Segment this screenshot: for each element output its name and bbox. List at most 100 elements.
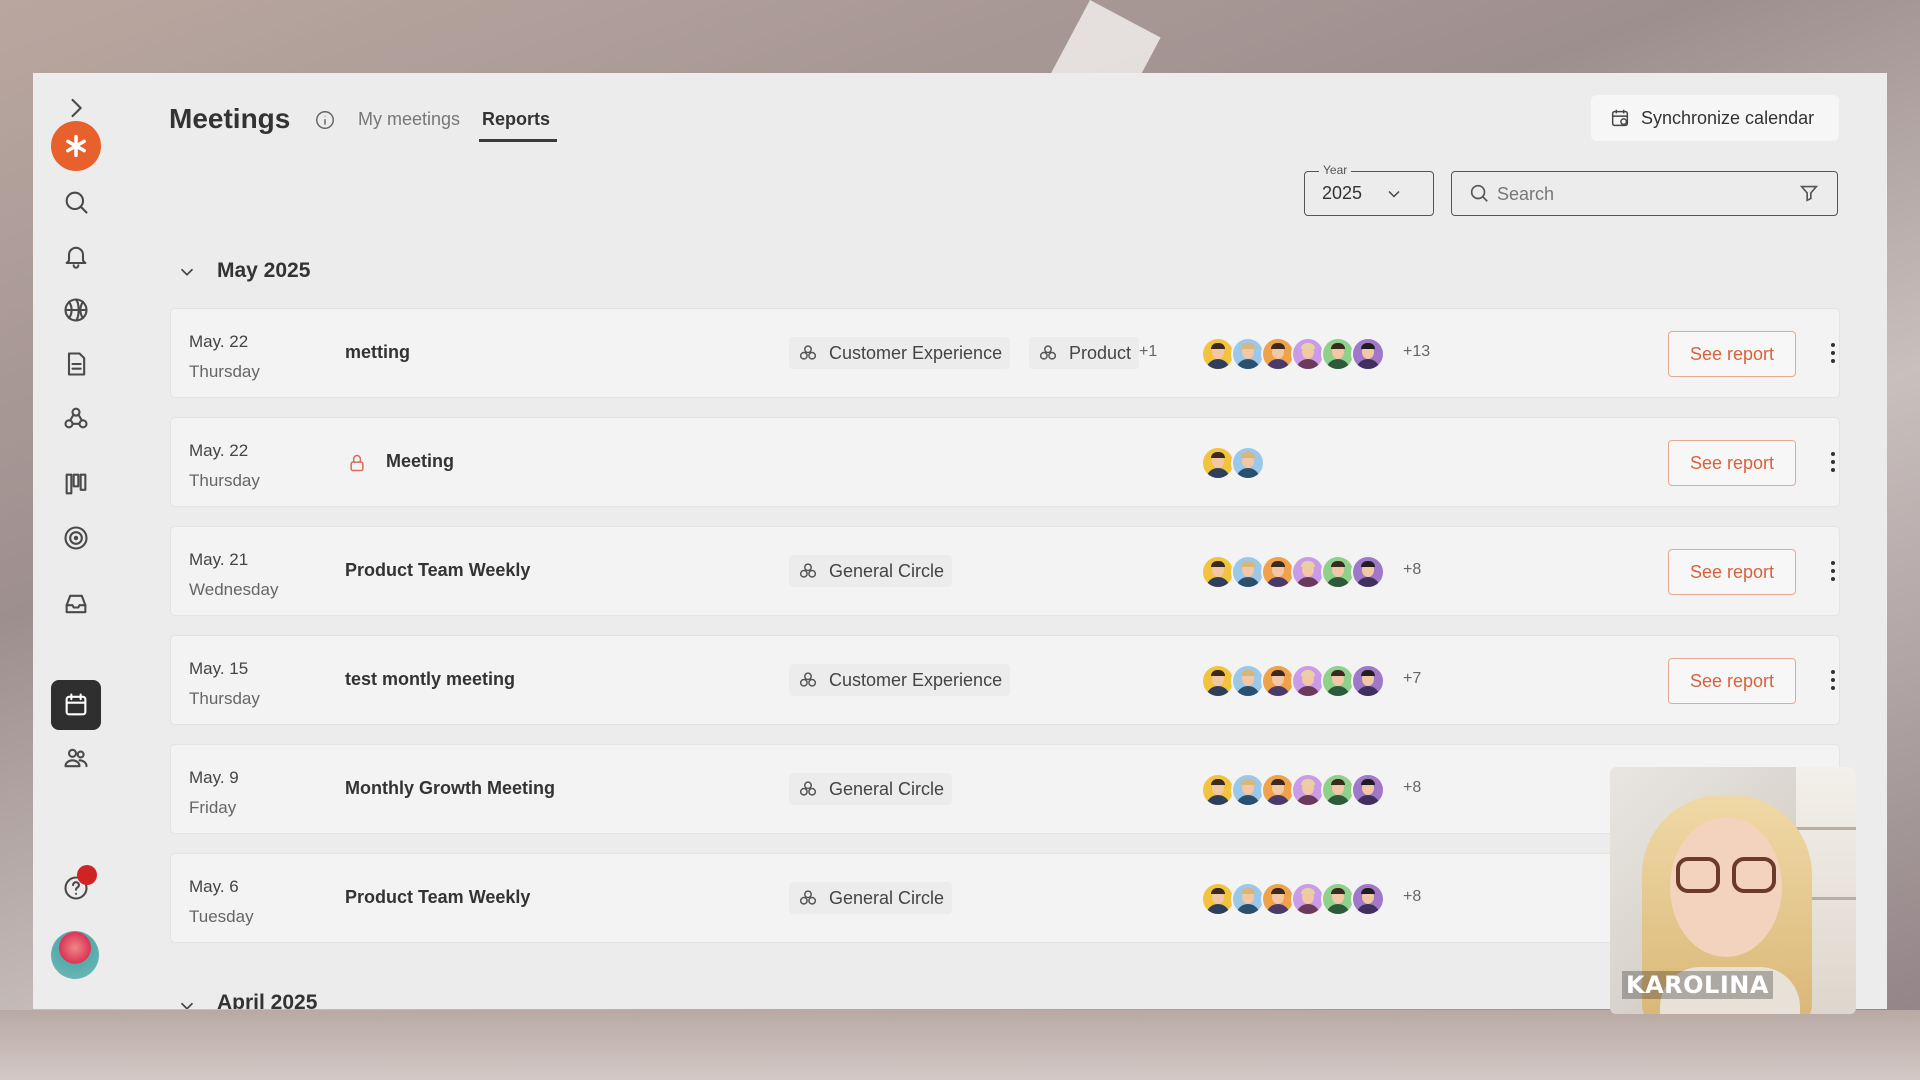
participant-avatar bbox=[1261, 555, 1295, 589]
calendar-icon[interactable] bbox=[51, 680, 101, 730]
see-report-button[interactable]: See report bbox=[1668, 549, 1796, 595]
meeting-title[interactable]: Monthly Growth Meeting bbox=[345, 778, 555, 799]
participant-avatars[interactable] bbox=[1201, 773, 1385, 807]
participant-avatar bbox=[1231, 337, 1265, 371]
circle-tag-label: General Circle bbox=[829, 560, 945, 581]
meeting-title[interactable]: Product Team Weekly bbox=[345, 887, 530, 908]
meeting-row[interactable]: May. 21 Wednesday Product Team Weekly Ge… bbox=[171, 527, 1839, 615]
circle-tag[interactable]: Customer Experience bbox=[789, 337, 1011, 369]
more-participants-count[interactable]: +8 bbox=[1403, 888, 1421, 906]
circle-tag-label: General Circle bbox=[829, 887, 945, 908]
page-title: Meetings bbox=[169, 103, 291, 134]
app-logo-icon[interactable] bbox=[51, 121, 101, 171]
participant-avatar bbox=[1201, 773, 1235, 807]
participant-avatar bbox=[1231, 664, 1265, 698]
participant-avatar bbox=[1351, 555, 1385, 589]
more-participants-count[interactable]: +7 bbox=[1403, 670, 1421, 688]
search-icon[interactable] bbox=[51, 177, 101, 227]
meeting-title[interactable]: metting bbox=[345, 342, 410, 363]
participant-avatar bbox=[1351, 664, 1385, 698]
section-collapse-chevron-icon[interactable] bbox=[176, 261, 198, 283]
background-floor bbox=[0, 1010, 1920, 1080]
more-options-icon[interactable] bbox=[1821, 557, 1845, 585]
participant-avatar bbox=[1261, 773, 1295, 807]
target-icon[interactable] bbox=[51, 513, 101, 563]
year-select-label: Year bbox=[1319, 163, 1352, 177]
glasses-left bbox=[1676, 857, 1720, 893]
notification-badge bbox=[77, 865, 97, 885]
participant-avatar bbox=[1201, 446, 1235, 480]
section-collapse-chevron-icon[interactable] bbox=[176, 995, 198, 1009]
circle-tag[interactable]: Customer Experience bbox=[789, 664, 1011, 696]
tab-my-meetings[interactable]: My meetings bbox=[358, 109, 460, 130]
circle-tag[interactable]: General Circle bbox=[789, 882, 953, 914]
help-icon[interactable] bbox=[51, 863, 101, 913]
meeting-row[interactable]: May. 22 Thursday metting Customer Experi… bbox=[171, 309, 1839, 397]
participant-avatar bbox=[1201, 882, 1235, 916]
bell-icon[interactable] bbox=[51, 231, 101, 281]
meeting-date-text: May. 21 bbox=[189, 550, 249, 569]
more-circles-count[interactable]: +1 bbox=[1139, 343, 1157, 361]
circle-tag-label: Product bbox=[1069, 342, 1132, 363]
filter-icon[interactable] bbox=[1798, 182, 1820, 204]
more-options-icon[interactable] bbox=[1821, 666, 1845, 694]
sidebar bbox=[33, 73, 143, 1009]
see-report-button[interactable]: See report bbox=[1668, 331, 1796, 377]
meeting-title[interactable]: test montly meeting bbox=[345, 669, 515, 690]
circle-tag[interactable]: Product bbox=[1029, 337, 1140, 369]
more-participants-count[interactable]: +13 bbox=[1403, 343, 1430, 361]
info-icon[interactable] bbox=[314, 109, 336, 131]
see-report-button[interactable]: See report bbox=[1668, 440, 1796, 486]
circle-tag-label: Customer Experience bbox=[829, 669, 1003, 690]
meeting-day: Thursday bbox=[189, 689, 260, 708]
circle-tag[interactable]: General Circle bbox=[789, 773, 953, 805]
users-icon[interactable] bbox=[51, 733, 101, 783]
meeting-row[interactable]: May. 9 Friday Monthly Growth Meeting Gen… bbox=[171, 745, 1839, 833]
chevron-down-icon[interactable] bbox=[1384, 184, 1404, 204]
more-options-icon[interactable] bbox=[1821, 448, 1845, 476]
active-tab-indicator bbox=[479, 139, 557, 142]
more-options-icon[interactable] bbox=[1821, 339, 1845, 367]
participant-avatar bbox=[1261, 664, 1295, 698]
meeting-day: Wednesday bbox=[189, 580, 279, 599]
synchronize-calendar-button[interactable]: Synchronize calendar bbox=[1591, 95, 1839, 141]
kanban-icon[interactable] bbox=[51, 459, 101, 509]
meeting-day: Tuesday bbox=[189, 907, 254, 926]
search-input[interactable] bbox=[1497, 179, 1817, 209]
participant-avatar bbox=[1321, 664, 1355, 698]
meeting-date-text: May. 15 bbox=[189, 659, 249, 678]
sync-button-label: Synchronize calendar bbox=[1641, 107, 1815, 128]
shelf-line bbox=[1796, 827, 1856, 830]
meeting-title[interactable]: Meeting bbox=[386, 451, 454, 472]
calendar-sync-icon bbox=[1611, 109, 1629, 127]
section-title: May 2025 bbox=[217, 259, 311, 282]
participant-avatars[interactable] bbox=[1201, 664, 1385, 698]
meeting-date-text: May. 9 bbox=[189, 768, 239, 787]
meeting-row[interactable]: May. 6 Tuesday Product Team Weekly Gener… bbox=[171, 854, 1839, 942]
participant-avatars[interactable] bbox=[1201, 555, 1385, 589]
meeting-row[interactable]: May. 22 Thursday Meeting See report bbox=[171, 418, 1839, 506]
meeting-day: Friday bbox=[189, 798, 237, 817]
meeting-row[interactable]: May. 15 Thursday test montly meeting Cus… bbox=[171, 636, 1839, 724]
meeting-day: Thursday bbox=[189, 362, 260, 381]
circles-icon[interactable] bbox=[51, 393, 101, 443]
search-field-icon bbox=[1468, 182, 1490, 204]
see-report-button[interactable]: See report bbox=[1668, 658, 1796, 704]
circle-icon bbox=[799, 345, 817, 360]
user-avatar[interactable] bbox=[51, 931, 99, 979]
participant-avatars[interactable] bbox=[1201, 882, 1385, 916]
more-participants-count[interactable]: +8 bbox=[1403, 561, 1421, 579]
participant-avatars[interactable] bbox=[1201, 446, 1265, 480]
participant-avatar bbox=[1291, 773, 1325, 807]
video-call-overlay[interactable]: KAROLINA bbox=[1610, 767, 1856, 1014]
document-icon[interactable] bbox=[51, 339, 101, 389]
tab-reports[interactable]: Reports bbox=[482, 109, 550, 130]
participant-avatars[interactable] bbox=[1201, 337, 1385, 371]
circle-tag[interactable]: General Circle bbox=[789, 555, 953, 587]
inbox-icon[interactable] bbox=[51, 579, 101, 629]
basketball-icon[interactable] bbox=[51, 285, 101, 335]
circle-icon bbox=[799, 563, 817, 578]
more-participants-count[interactable]: +8 bbox=[1403, 779, 1421, 797]
participant-avatar bbox=[1231, 773, 1265, 807]
meeting-title[interactable]: Product Team Weekly bbox=[345, 560, 530, 581]
